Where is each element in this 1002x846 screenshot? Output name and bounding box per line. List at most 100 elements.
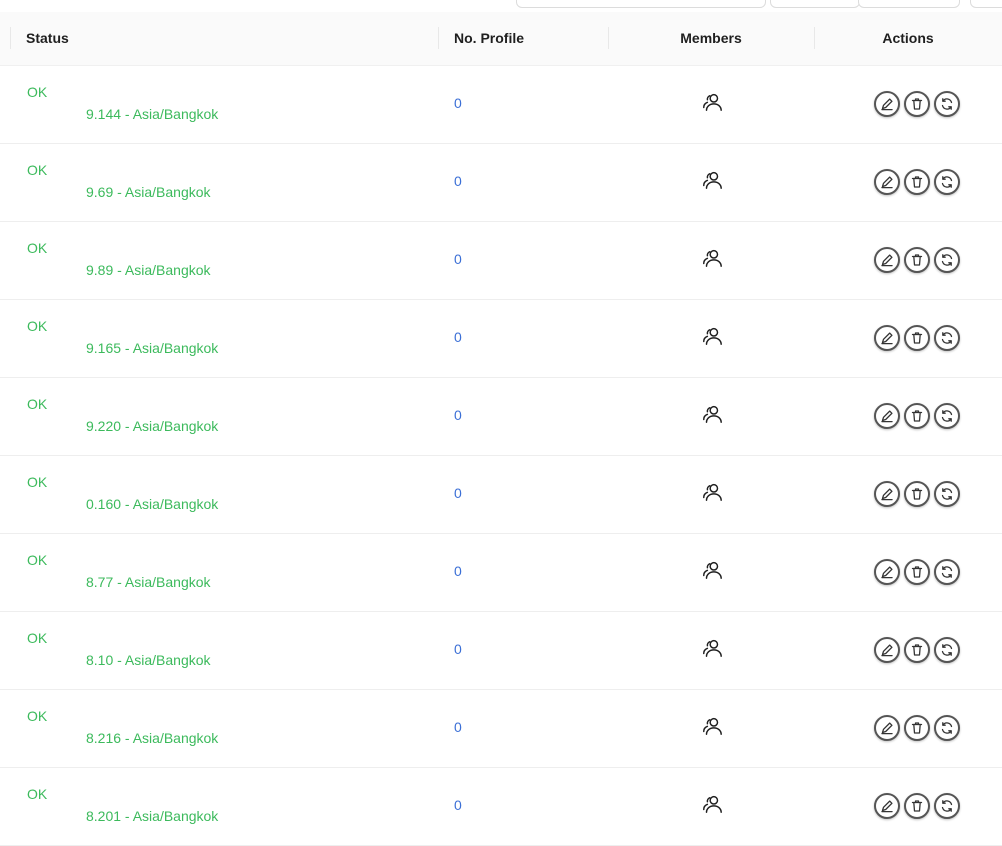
table-row: OK 9.89 - Asia/Bangkok 0 (0, 222, 1002, 300)
delete-button[interactable] (904, 715, 930, 741)
edit-button[interactable] (874, 715, 900, 741)
refresh-icon (941, 332, 953, 344)
profile-count-link[interactable]: 0 (454, 329, 462, 345)
proxy-address: 9.220 - Asia/Bangkok (86, 418, 219, 434)
users-icon[interactable] (701, 169, 723, 191)
delete-button[interactable] (904, 91, 930, 117)
users-icon[interactable] (701, 91, 723, 113)
status-text: OK (27, 630, 48, 646)
edit-icon (881, 254, 893, 267)
profile-count-link[interactable]: 0 (454, 95, 462, 111)
sync-button[interactable] (934, 715, 960, 741)
profile-count-link[interactable]: 0 (454, 407, 462, 423)
proxy-address: 8.216 - Asia/Bangkok (86, 730, 219, 746)
profile-count-link[interactable]: 0 (454, 485, 462, 501)
delete-button[interactable] (904, 559, 930, 585)
column-header-members[interactable]: Members (608, 12, 814, 65)
profile-count-link[interactable]: 0 (454, 563, 462, 579)
edit-button[interactable] (874, 793, 900, 819)
edit-icon (881, 410, 893, 423)
sync-button[interactable] (934, 325, 960, 351)
users-icon[interactable] (701, 793, 723, 815)
trash-icon (911, 488, 923, 500)
refresh-icon (941, 800, 953, 812)
trash-icon (911, 98, 923, 110)
table-row: OK 8.77 - Asia/Bangkok 0 (0, 534, 1002, 612)
status-text: OK (27, 240, 48, 256)
redacted-area (20, 262, 86, 280)
delete-button[interactable] (904, 481, 930, 507)
sync-button[interactable] (934, 559, 960, 585)
table-header: Status No. Profile Members Actions (0, 12, 1002, 66)
edit-button[interactable] (874, 403, 900, 429)
search-input[interactable] (516, 0, 766, 8)
sync-button[interactable] (934, 91, 960, 117)
delete-button[interactable] (904, 247, 930, 273)
edit-button[interactable] (874, 637, 900, 663)
refresh-icon (941, 566, 953, 578)
proxy-address: 8.77 - Asia/Bangkok (86, 574, 211, 590)
edit-button[interactable] (874, 169, 900, 195)
refresh-icon (941, 176, 953, 188)
redacted-area (20, 808, 86, 826)
redacted-area (20, 340, 86, 358)
proxy-address: 9.144 - Asia/Bangkok (86, 106, 219, 122)
sync-button[interactable] (934, 247, 960, 273)
refresh-icon (941, 644, 953, 656)
profile-count-link[interactable]: 0 (454, 173, 462, 189)
profile-count-link[interactable]: 0 (454, 797, 462, 813)
table-row: OK 8.216 - Asia/Bangkok 0 (0, 690, 1002, 768)
sync-button[interactable] (934, 793, 960, 819)
table-body: OK 9.144 - Asia/Bangkok 0 OK 9.69 - Asia… (0, 66, 1002, 846)
delete-button[interactable] (904, 169, 930, 195)
filter-select[interactable] (770, 0, 860, 8)
delete-button[interactable] (904, 403, 930, 429)
redacted-area (20, 496, 86, 514)
redacted-area (20, 574, 86, 592)
profile-count-link[interactable]: 0 (454, 641, 462, 657)
table-row: OK 8.201 - Asia/Bangkok 0 (0, 768, 1002, 846)
proxy-address: 9.165 - Asia/Bangkok (86, 340, 219, 356)
profile-count-link[interactable]: 0 (454, 719, 462, 735)
users-icon[interactable] (701, 559, 723, 581)
sync-button[interactable] (934, 637, 960, 663)
table-row: OK 9.220 - Asia/Bangkok 0 (0, 378, 1002, 456)
proxy-address: 8.10 - Asia/Bangkok (86, 652, 211, 668)
edit-icon (881, 98, 893, 111)
sync-button[interactable] (934, 403, 960, 429)
users-icon[interactable] (701, 715, 723, 737)
sort-select[interactable] (858, 0, 960, 8)
trash-icon (911, 800, 923, 812)
more-button[interactable] (970, 0, 1002, 8)
delete-button[interactable] (904, 325, 930, 351)
delete-button[interactable] (904, 637, 930, 663)
column-header-status[interactable]: Status (10, 12, 438, 65)
users-icon[interactable] (701, 403, 723, 425)
edit-button[interactable] (874, 91, 900, 117)
status-text: OK (27, 786, 48, 802)
proxy-table: Status No. Profile Members Actions OK 9.… (0, 12, 1002, 846)
column-header-profiles[interactable]: No. Profile (438, 12, 608, 65)
users-icon[interactable] (701, 247, 723, 269)
trash-icon (911, 410, 923, 422)
refresh-icon (941, 722, 953, 734)
proxy-address: 8.201 - Asia/Bangkok (86, 808, 219, 824)
refresh-icon (941, 98, 953, 110)
users-icon[interactable] (701, 325, 723, 347)
sync-button[interactable] (934, 169, 960, 195)
edit-button[interactable] (874, 325, 900, 351)
status-text: OK (27, 708, 48, 724)
proxy-address: 9.89 - Asia/Bangkok (86, 262, 211, 278)
users-icon[interactable] (701, 637, 723, 659)
users-icon[interactable] (701, 481, 723, 503)
edit-button[interactable] (874, 481, 900, 507)
edit-button[interactable] (874, 247, 900, 273)
sync-button[interactable] (934, 481, 960, 507)
proxy-address: 0.160 - Asia/Bangkok (86, 496, 219, 512)
edit-button[interactable] (874, 559, 900, 585)
delete-button[interactable] (904, 793, 930, 819)
table-row: OK 8.10 - Asia/Bangkok 0 (0, 612, 1002, 690)
profile-count-link[interactable]: 0 (454, 251, 462, 267)
edit-icon (881, 722, 893, 735)
refresh-icon (941, 488, 953, 500)
